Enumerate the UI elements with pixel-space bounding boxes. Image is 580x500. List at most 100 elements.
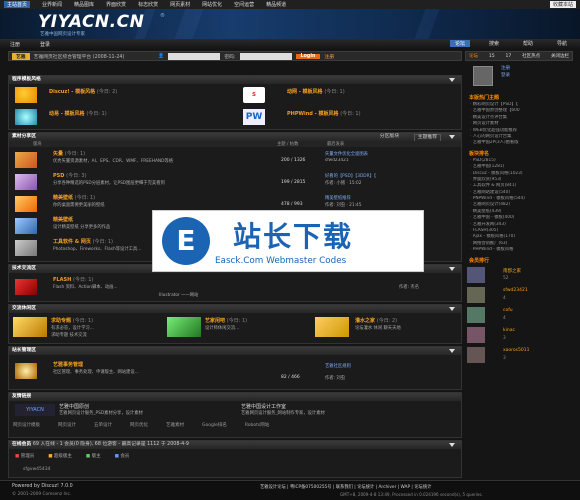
- avatar[interactable]: [467, 306, 485, 323]
- collapse-icon[interactable]: [449, 349, 455, 353]
- link-name[interactable]: 艺雅中国原创: [59, 403, 89, 410]
- last-post-link[interactable]: 好看的【PSD】【3DDR】【: [325, 173, 445, 179]
- link-logo[interactable]: YIYACN: [15, 404, 55, 416]
- last-post-link[interactable]: 艺雅社区规则: [325, 363, 445, 369]
- last-post-link[interactable]: 矢量文件优化全面图表: [325, 151, 445, 157]
- last-post-link[interactable]: Illustrator 一一网站: [159, 292, 289, 298]
- top-nav-item[interactable]: 精品图库: [74, 1, 94, 8]
- forum-link[interactable]: 动网 - 模板风格 (今日: 1): [287, 88, 345, 95]
- last-post-by[interactable]: 作者: 刘虫 · 21:45: [325, 202, 445, 208]
- last-post-by[interactable]: sfwd23421: [325, 158, 445, 163]
- admin-icon[interactable]: [15, 363, 37, 379]
- forum-link[interactable]: 矢量 (今日: 1): [53, 150, 85, 157]
- tools-icon[interactable]: [15, 240, 37, 256]
- footer-links[interactable]: 艺雅设计论坛 | 粤ICP备07500255号 | 联系我们 | 论坛统计 | …: [260, 484, 431, 490]
- wallpaper-icon[interactable]: [15, 196, 37, 212]
- extra-link[interactable]: Robots网站: [245, 422, 269, 428]
- last-post-by[interactable]: 作者: 小猪 · 15:02: [325, 180, 445, 186]
- last-post-link[interactable]: 精美壁纸推荐: [325, 195, 445, 201]
- member-item[interactable]: cofu 4: [465, 305, 573, 325]
- member-item[interactable]: xaoros5011 3: [465, 345, 573, 365]
- forum-link[interactable]: Discuz! - 模板风格 (今日: 2): [49, 88, 117, 95]
- member-item[interactable]: 南郡之家 52: [465, 265, 573, 285]
- avatar[interactable]: [467, 266, 485, 283]
- avatar[interactable]: [473, 66, 493, 86]
- forum-link[interactable]: FLASH (今日: 1): [53, 276, 93, 283]
- avatar[interactable]: [467, 286, 485, 303]
- collapse-icon[interactable]: [449, 135, 455, 139]
- dongyi-icon[interactable]: [15, 109, 37, 125]
- forum-link[interactable]: 求助专题 (今日: 1): [51, 317, 93, 324]
- forum-link[interactable]: 工具软件 & 网页 (今日: 1): [53, 238, 113, 245]
- stat-item[interactable]: PHPWind - 模板风格: [465, 247, 573, 253]
- menu-search[interactable]: 搜索: [484, 40, 504, 47]
- link-name[interactable]: 艺雅中国设计工作室: [241, 403, 286, 410]
- register-button[interactable]: 注册: [324, 53, 334, 60]
- login-link[interactable]: 登录: [40, 41, 50, 48]
- menu-help[interactable]: 帮助: [518, 40, 538, 47]
- top-nav-item[interactable]: 界面欣赏: [106, 1, 126, 8]
- login-link[interactable]: 登录: [501, 72, 510, 78]
- section-title[interactable]: 素材分享区 分区版块 主题推荐: [9, 133, 461, 142]
- menu-nav[interactable]: 导航: [552, 40, 572, 47]
- wallpaper2-icon[interactable]: [15, 218, 37, 234]
- phpwind-icon[interactable]: PW: [243, 109, 265, 125]
- powered-by[interactable]: Powered by Discuz! 7.0.0: [12, 484, 73, 489]
- bookmark-button[interactable]: 收藏本站: [549, 1, 576, 8]
- extra-link[interactable]: 网页设计模板: [13, 422, 40, 428]
- register-link[interactable]: 注册: [10, 41, 20, 48]
- water-icon[interactable]: [315, 317, 349, 337]
- last-post-by[interactable]: 作者: 杰名: [399, 284, 459, 290]
- section-title[interactable]: 友情链接: [9, 393, 461, 401]
- discuz-icon[interactable]: [15, 87, 37, 103]
- extra-link[interactable]: 艺雅素材: [166, 422, 184, 428]
- section-title[interactable]: 交流休闲区: [9, 305, 461, 313]
- collapse-icon[interactable]: [449, 307, 455, 311]
- section-title[interactable]: 程序模板风格: [9, 76, 461, 84]
- avatar[interactable]: [467, 346, 485, 363]
- top-nav-item[interactable]: 空间运营: [234, 1, 254, 8]
- password-input[interactable]: [239, 52, 292, 60]
- extra-link[interactable]: 五单设计: [94, 422, 112, 428]
- top-nav-item[interactable]: 业界新闻: [42, 1, 62, 8]
- vector-icon[interactable]: [15, 152, 37, 168]
- top-nav-home[interactable]: 主站首页: [4, 1, 31, 8]
- close-sidebar[interactable]: 关闭边栏: [551, 53, 569, 59]
- extra-link[interactable]: 网页设计: [58, 422, 76, 428]
- tab-areas[interactable]: 分区版块: [380, 133, 399, 141]
- site-logo[interactable]: YIYACN.CN: [38, 12, 144, 32]
- login-button[interactable]: Login: [295, 53, 321, 59]
- dongwang-icon[interactable]: S: [243, 87, 265, 103]
- hot-item[interactable]: 艺雅中国2P(3人)图看版: [465, 140, 573, 146]
- member-item[interactable]: kinac 3: [465, 325, 573, 345]
- forum-link[interactable]: 灌水之家 (今日: 2): [355, 317, 397, 324]
- top-nav-item[interactable]: 网站优化: [202, 1, 222, 8]
- section-title[interactable]: 站长管理区: [9, 347, 461, 355]
- collapse-icon[interactable]: [449, 267, 455, 271]
- forum-link[interactable]: 动易 - 模板风格 (今日: 1): [49, 110, 107, 117]
- sidebar-tab[interactable]: 社区热点: [522, 53, 540, 59]
- top-nav-item[interactable]: 网页素材: [170, 1, 190, 8]
- sidebar-tab[interactable]: 15: [489, 54, 495, 59]
- menu-forum[interactable]: 论坛: [449, 40, 470, 47]
- extra-link[interactable]: 网页优化: [130, 422, 148, 428]
- forum-link[interactable]: 艺雅事务管理: [53, 361, 83, 368]
- chat-icon[interactable]: [167, 317, 201, 337]
- top-nav-item[interactable]: 精品频道: [266, 1, 286, 8]
- avatar[interactable]: [467, 326, 485, 343]
- flash-icon[interactable]: [15, 279, 37, 295]
- section-title[interactable]: 在线会员 69 人在线 - 1 会员(0 隐身), 68 位游客 - 最高记录是…: [9, 441, 461, 449]
- extra-link[interactable]: Google排名: [202, 422, 227, 428]
- announcement-text[interactable]: 艺雅网页社区综合管理平台 (2008-11-24): [34, 53, 125, 60]
- sidebar-tab[interactable]: 17: [505, 54, 511, 59]
- forum-link[interactable]: PSD (今日: 3): [53, 172, 87, 179]
- online-user[interactable]: sfgvw45434: [23, 467, 50, 472]
- member-item[interactable]: sfwd23421 4: [465, 285, 573, 305]
- forum-link[interactable]: 艺家闲吧 (今日: 1): [205, 317, 247, 324]
- collapse-icon[interactable]: [449, 443, 455, 447]
- username-input[interactable]: [168, 52, 221, 60]
- collapse-icon[interactable]: [449, 78, 455, 82]
- top-nav-item[interactable]: 标志欣赏: [138, 1, 158, 8]
- help-icon[interactable]: [13, 317, 47, 337]
- psd-icon[interactable]: [15, 174, 37, 190]
